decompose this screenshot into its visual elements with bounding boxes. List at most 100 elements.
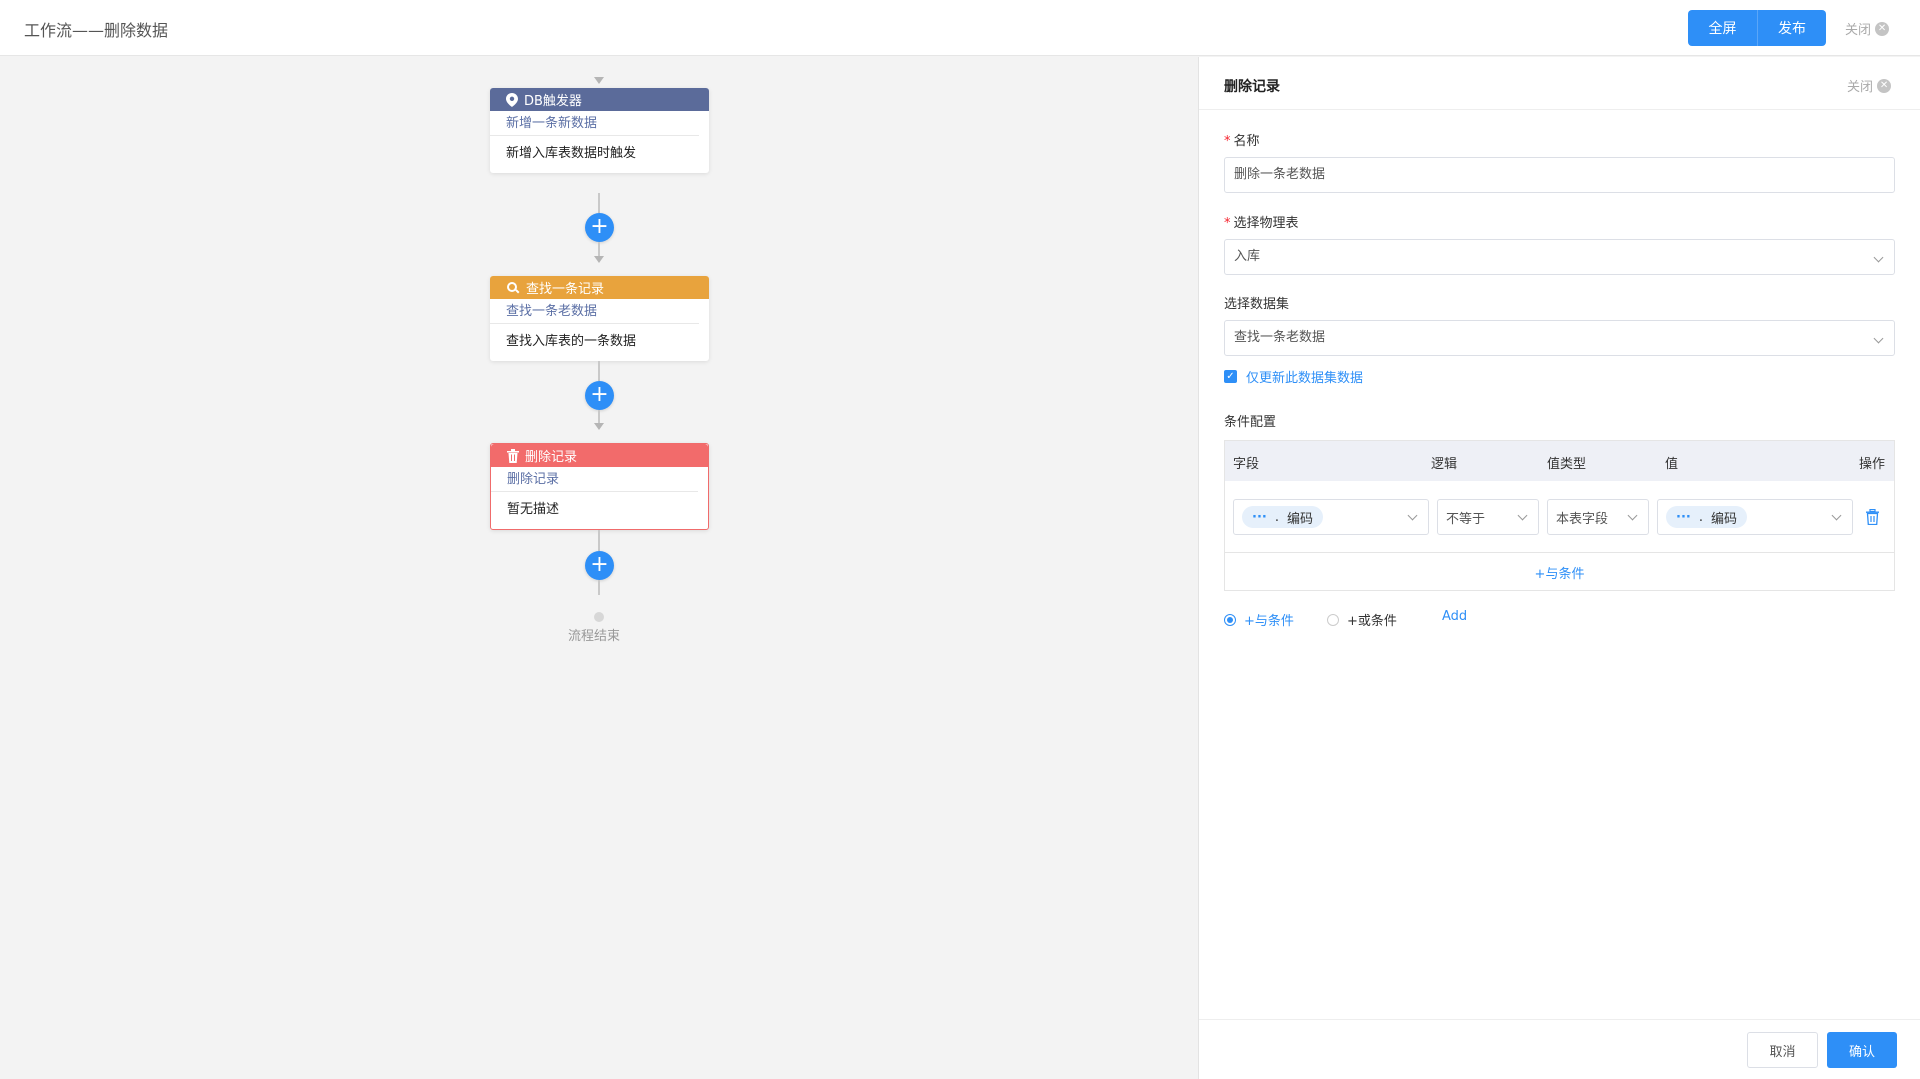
add-node-button[interactable]: + (585, 381, 614, 410)
table-row: ··· . 编码 不等于 本表字段 ··· . 编码 (1225, 481, 1894, 553)
field-select[interactable]: ··· . 编码 (1233, 499, 1429, 535)
radio-or-condition[interactable]: +或条件 (1327, 610, 1397, 629)
chevron-down-icon (1517, 510, 1528, 521)
dataset-select[interactable]: 查找一条老数据 (1224, 320, 1895, 356)
radio-or-label: +或条件 (1347, 614, 1397, 629)
value-select[interactable]: ··· . 编码 (1657, 499, 1853, 535)
close-window-button[interactable]: 关闭 ✕ (1845, 19, 1890, 38)
close-label: 关闭 (1847, 80, 1874, 95)
panel-footer: 取消 确认 (1199, 1019, 1920, 1079)
node-title: 查找一条记录 (526, 282, 605, 297)
node-subtitle: 新增一条新数据 (490, 111, 699, 136)
checkbox-label: 仅更新此数据集数据 (1246, 371, 1364, 386)
checkmark-icon: ✓ (1224, 370, 1237, 383)
connector-line (598, 242, 600, 256)
node-title: DB触发器 (524, 94, 582, 109)
column-header-value: 值 (1665, 457, 1679, 472)
panel-close-button[interactable]: 关闭 ✕ (1847, 76, 1892, 95)
connector-line (598, 410, 600, 423)
dataset-field-label: 选择数据集 (1224, 297, 1290, 312)
flow-canvas: DB触发器 新增一条新数据 新增入库表数据时触发 + 查找一条记录 查找一条老数… (0, 57, 1198, 1079)
flow-end-dot (594, 612, 604, 622)
value-tag: ··· . 编码 (1666, 506, 1747, 528)
add-condition-link[interactable]: Add (1442, 609, 1467, 624)
radio-and-condition[interactable]: +与条件 (1224, 610, 1294, 629)
node-header: 查找一条记录 (490, 276, 709, 299)
publish-button[interactable]: 发布 (1757, 10, 1826, 46)
table-select-value: 入库 (1234, 249, 1261, 264)
flow-node-find[interactable]: 查找一条记录 查找一条老数据 查找入库表的一条数据 (490, 276, 709, 361)
add-node-button[interactable]: + (585, 213, 614, 242)
column-header-logic: 逻辑 (1431, 457, 1458, 472)
radio-unselected-icon (1327, 613, 1339, 626)
required-mark: * (1224, 134, 1231, 149)
node-header: DB触发器 (490, 88, 709, 111)
add-and-condition-link[interactable]: +与条件 (1225, 563, 1894, 582)
value-more-icon: ··· (1676, 509, 1691, 525)
label-text: 选择物理表 (1233, 216, 1299, 231)
column-header-value-type: 值类型 (1547, 457, 1587, 472)
condition-table: 字段 逻辑 值类型 值 操作 ··· . 编码 不等于 本表字段 ··· . 编… (1224, 440, 1895, 591)
table-header: 字段 逻辑 值类型 值 操作 (1225, 441, 1894, 481)
field-tag: ··· . 编码 (1242, 506, 1323, 528)
column-header-operation: 操作 (1859, 457, 1886, 472)
close-circle-icon: ✕ (1877, 78, 1892, 93)
node-description: 查找入库表的一条数据 (506, 334, 637, 349)
node-header: 删除记录 (491, 444, 708, 467)
panel-title: 删除记录 (1224, 79, 1280, 95)
value-type-select[interactable]: 本表字段 (1547, 499, 1649, 535)
label-text: 名称 (1233, 134, 1260, 149)
logic-select[interactable]: 不等于 (1437, 499, 1539, 535)
cancel-button[interactable]: 取消 (1747, 1032, 1818, 1068)
properties-panel: 删除记录 关闭 ✕ * 名称 删除一条老数据 * 选择物理表 入库 选择数据集 查找… (1198, 57, 1920, 1079)
top-button-group: 全屏 发布 (1688, 10, 1826, 46)
chevron-down-icon (1627, 510, 1638, 521)
node-description: 新增入库表数据时触发 (506, 146, 637, 161)
chevron-down-icon (1873, 252, 1884, 263)
condition-config-label: 条件配置 (1224, 415, 1277, 430)
name-field-label: * 名称 (1224, 130, 1260, 149)
delete-row-icon[interactable] (1865, 508, 1880, 529)
radio-and-label: +与条件 (1244, 614, 1294, 629)
field-more-icon: ··· (1252, 509, 1267, 525)
table-select[interactable]: 入库 (1224, 239, 1895, 275)
location-pin-icon (506, 92, 518, 107)
flow-node-trigger[interactable]: DB触发器 新增一条新数据 新增入库表数据时触发 (490, 88, 709, 173)
column-header-field: 字段 (1233, 457, 1260, 472)
add-node-button[interactable]: + (585, 551, 614, 580)
flow-arrow-icon (594, 256, 604, 263)
logic-value: 不等于 (1446, 511, 1486, 527)
node-description: 暂无描述 (507, 502, 560, 517)
value-separator: . (1698, 509, 1703, 525)
fullscreen-button[interactable]: 全屏 (1688, 10, 1757, 46)
field-separator: . (1274, 509, 1279, 525)
name-input[interactable]: 删除一条老数据 (1224, 157, 1895, 193)
connector-line (598, 530, 600, 551)
radio-selected-icon (1224, 613, 1236, 626)
search-icon (507, 281, 520, 293)
flow-node-delete[interactable]: 删除记录 删除记录 暂无描述 (490, 443, 709, 530)
connector-line (598, 193, 600, 213)
dataset-select-value: 查找一条老数据 (1234, 330, 1326, 345)
close-label: 关闭 (1845, 23, 1872, 38)
page-title: 工作流——删除数据 (24, 21, 169, 40)
chevron-down-icon (1407, 510, 1418, 521)
flow-arrow-icon (594, 423, 604, 430)
chevron-down-icon (1873, 333, 1884, 344)
top-bar: 工作流——删除数据 全屏 发布 关闭 ✕ (0, 0, 1920, 56)
flow-end-label: 流程结束 (568, 629, 621, 644)
flow-arrow-icon (594, 77, 604, 84)
only-update-checkbox[interactable]: ✓ 仅更新此数据集数据 (1224, 367, 1363, 386)
trash-icon (507, 448, 519, 463)
chevron-down-icon (1831, 510, 1842, 521)
confirm-button[interactable]: 确认 (1827, 1032, 1897, 1068)
node-title: 删除记录 (525, 450, 578, 465)
close-circle-icon: ✕ (1875, 21, 1890, 36)
node-subtitle: 查找一条老数据 (490, 299, 699, 324)
value-type-value: 本表字段 (1556, 511, 1609, 527)
value-tag-value: 编码 (1710, 511, 1737, 527)
connector-line (598, 361, 600, 381)
panel-header: 删除记录 关闭 ✕ (1199, 57, 1920, 110)
table-field-label: * 选择物理表 (1224, 212, 1299, 231)
node-subtitle: 删除记录 (491, 467, 698, 492)
